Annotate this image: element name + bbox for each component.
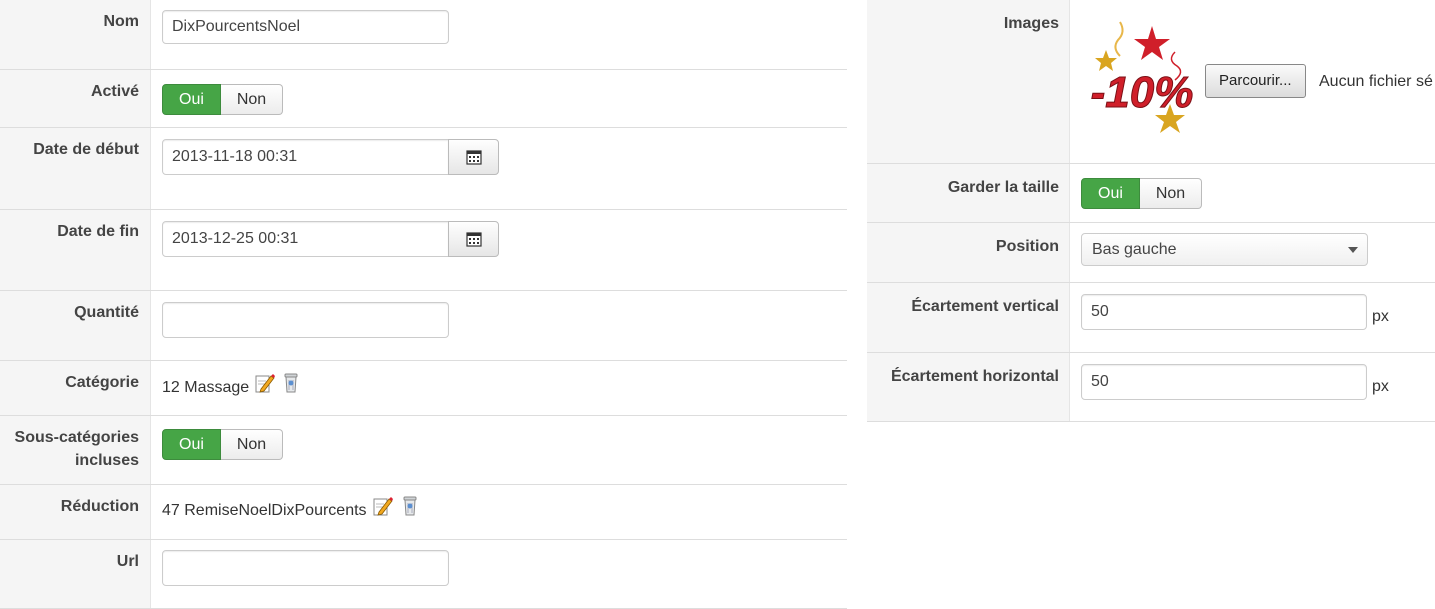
left-form: Nom Activé Oui Non Date de début (0, 0, 847, 609)
row-date-fin: Date de fin (0, 210, 847, 291)
active-no-button[interactable]: Non (221, 84, 283, 115)
position-select[interactable]: Bas gauche (1081, 233, 1368, 266)
trash-icon[interactable] (402, 495, 418, 517)
nom-input[interactable] (162, 10, 449, 44)
label-ecart-vertical: Écartement vertical (867, 283, 1070, 352)
row-reduction: Réduction 47 RemiseNoelDixPourcents (0, 485, 847, 540)
row-quantite: Quantité (0, 291, 847, 361)
label-categorie: Catégorie (0, 361, 151, 415)
sous-categories-no-button[interactable]: Non (221, 429, 283, 460)
label-date-debut: Date de début (0, 128, 151, 209)
active-toggle: Oui Non (162, 84, 283, 115)
date-debut-calendar-button[interactable] (448, 139, 499, 175)
trash-icon[interactable] (283, 372, 299, 394)
promo-image-thumbnail: -10% (1090, 21, 1194, 133)
row-sous-categories: Sous-catégories incluses Oui Non (0, 416, 847, 485)
calendar-icon (465, 150, 482, 165)
label-date-fin: Date de fin (0, 210, 151, 290)
label-sous-categories: Sous-catégories incluses (0, 416, 151, 484)
chevron-down-icon (1348, 247, 1358, 253)
pencil-edit-icon[interactable] (255, 373, 275, 395)
file-status-text: Aucun fichier sé (1319, 73, 1433, 90)
row-images: Images -10% Parcourir... Aucun fichier s… (867, 0, 1435, 164)
promo-image-text: -10% (1091, 68, 1194, 117)
label-ecart-horizontal: Écartement horizontal (867, 353, 1070, 421)
label-garder-taille: Garder la taille (867, 164, 1070, 222)
garder-taille-no-button[interactable]: Non (1140, 178, 1202, 209)
row-categorie: Catégorie 12 Massage (0, 361, 847, 416)
row-position: Position Bas gauche (867, 223, 1435, 283)
row-nom: Nom (0, 0, 847, 70)
garder-taille-toggle: Oui Non (1081, 178, 1202, 209)
label-images: Images (867, 0, 1070, 163)
sous-categories-yes-button[interactable]: Oui (162, 429, 221, 460)
browse-button[interactable]: Parcourir... (1205, 64, 1306, 98)
ecart-vertical-input[interactable] (1081, 294, 1367, 330)
row-date-debut: Date de début (0, 128, 847, 210)
row-ecart-vertical: Écartement vertical px (867, 283, 1435, 353)
label-reduction: Réduction (0, 485, 151, 539)
label-quantite: Quantité (0, 291, 151, 360)
row-url: Url (0, 540, 847, 609)
date-debut-input[interactable] (162, 139, 449, 175)
reduction-value: 47 RemiseNoelDixPourcents (162, 502, 367, 519)
categorie-value: 12 Massage (162, 379, 250, 396)
ecart-horizontal-input[interactable] (1081, 364, 1367, 400)
calendar-icon (465, 232, 482, 247)
row-active: Activé Oui Non (0, 70, 847, 128)
label-url: Url (0, 540, 151, 608)
ecart-horizontal-unit: px (1372, 378, 1389, 395)
label-nom: Nom (0, 0, 151, 69)
pencil-edit-icon[interactable] (373, 496, 393, 518)
ecart-vertical-unit: px (1372, 308, 1389, 325)
active-yes-button[interactable]: Oui (162, 84, 221, 115)
date-fin-input[interactable] (162, 221, 449, 257)
row-garder-taille: Garder la taille Oui Non (867, 164, 1435, 223)
label-position: Position (867, 223, 1070, 282)
url-input[interactable] (162, 550, 449, 586)
sous-categories-toggle: Oui Non (162, 429, 283, 460)
date-fin-calendar-button[interactable] (448, 221, 499, 257)
row-ecart-horizontal: Écartement horizontal px (867, 353, 1435, 422)
quantite-input[interactable] (162, 302, 449, 338)
right-form: Images -10% Parcourir... Aucun fichier s… (867, 0, 1435, 422)
position-selected-value: Bas gauche (1092, 241, 1177, 258)
label-active: Activé (0, 70, 151, 127)
garder-taille-yes-button[interactable]: Oui (1081, 178, 1140, 209)
